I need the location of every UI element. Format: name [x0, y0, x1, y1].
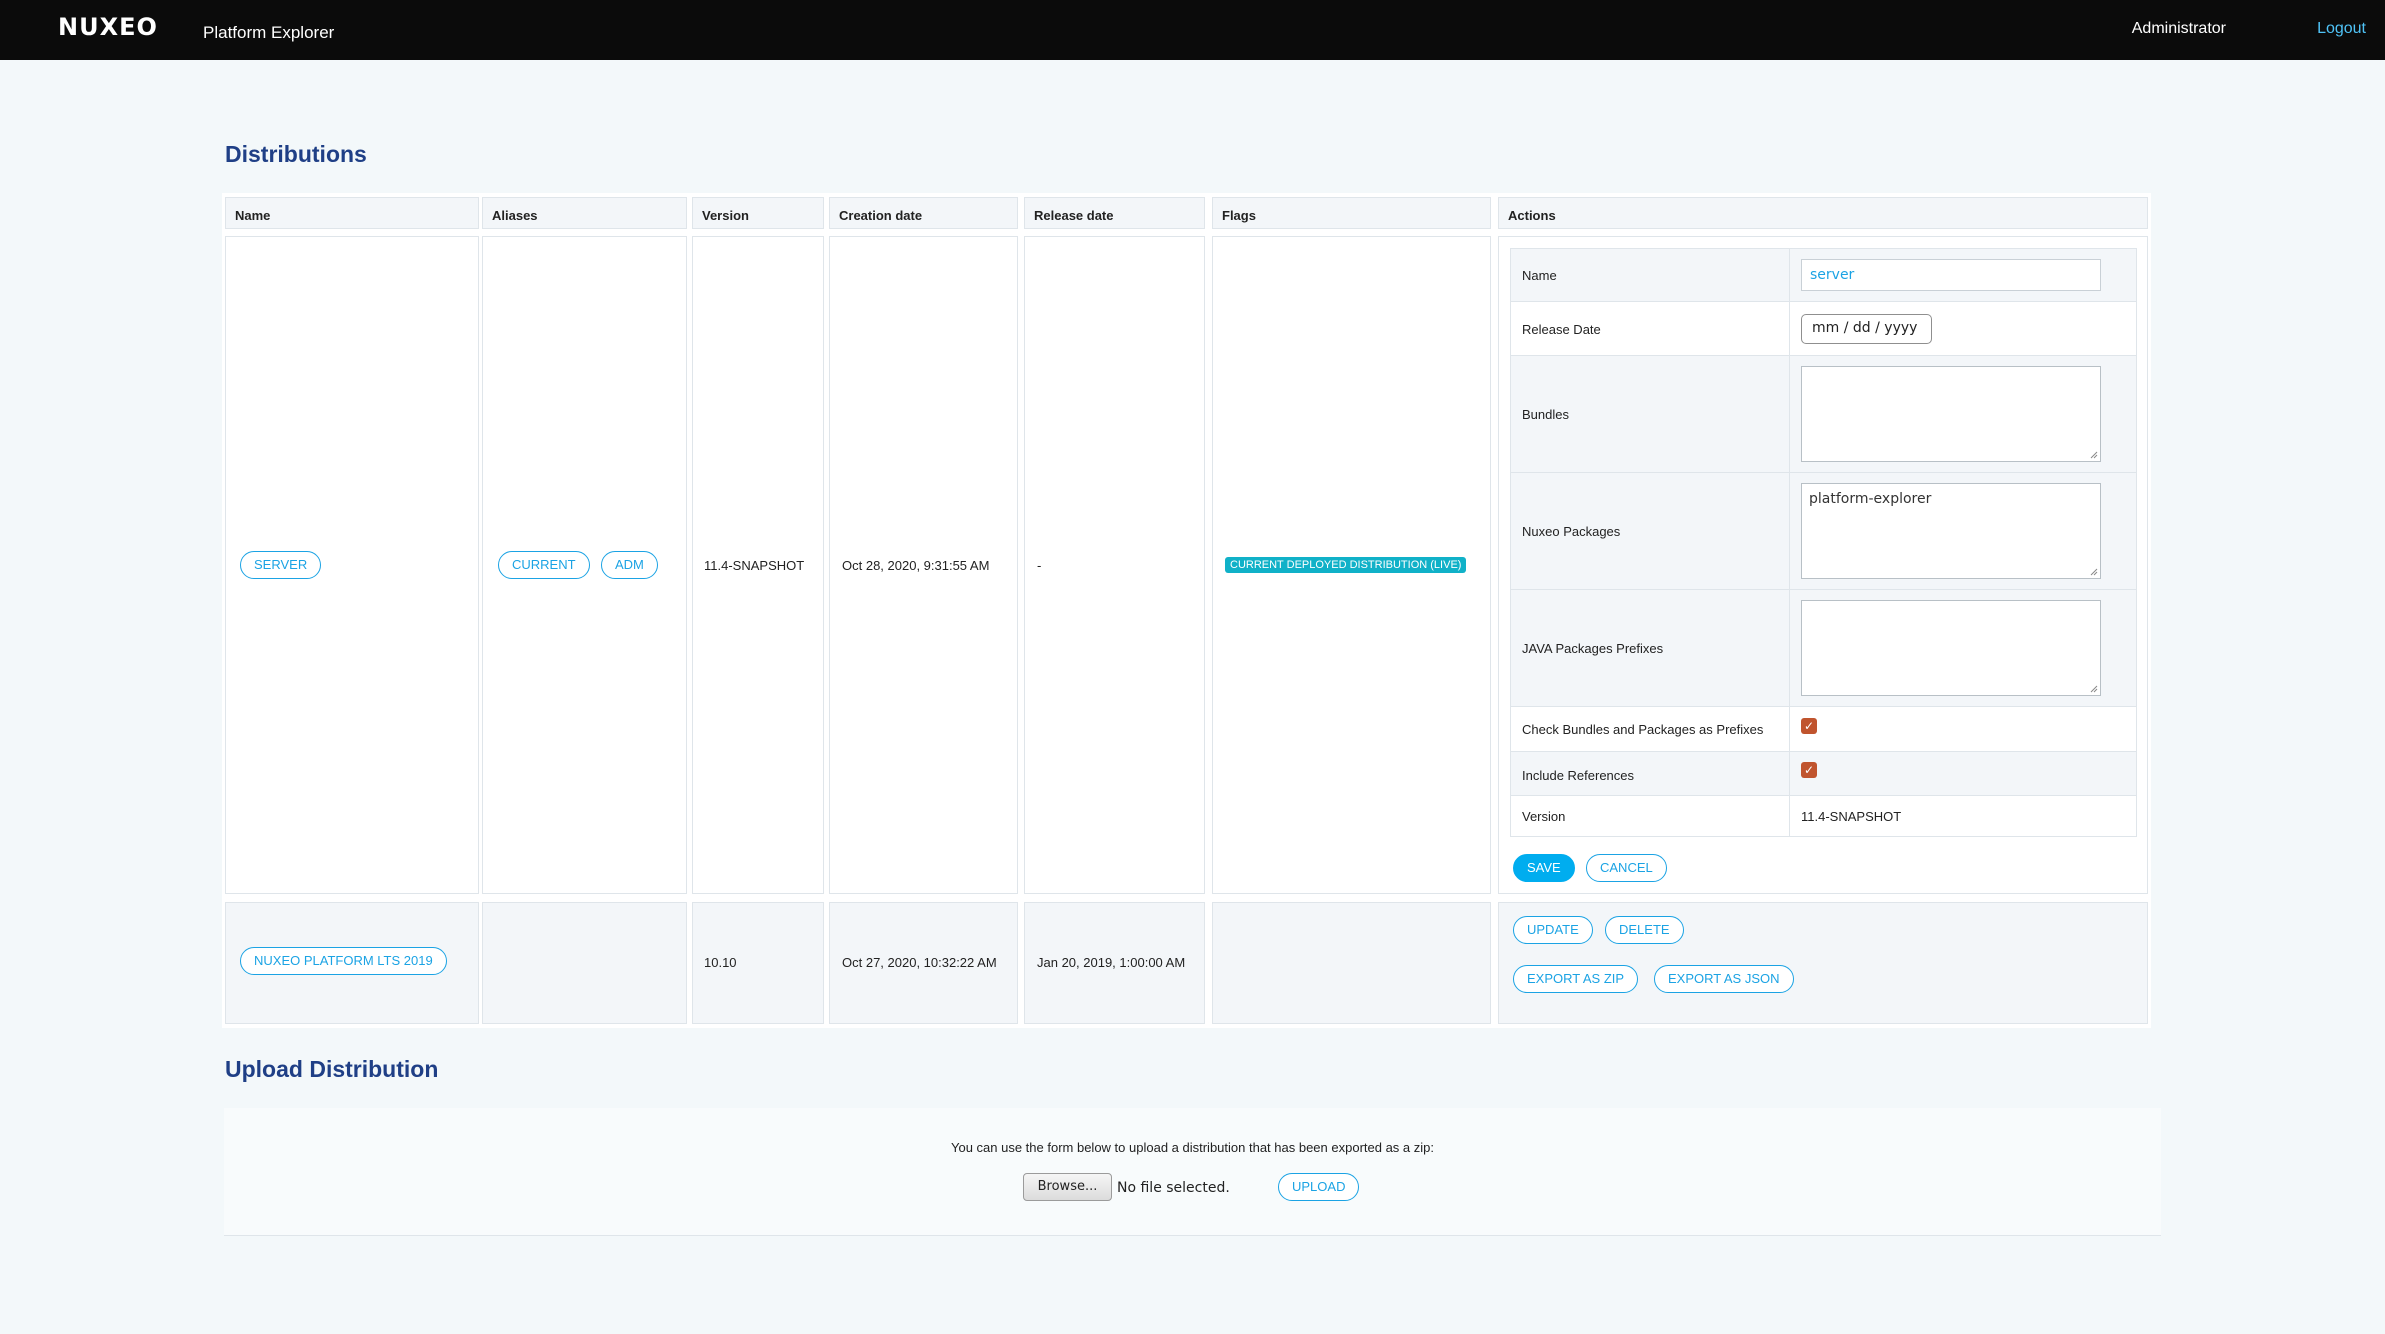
- version-field-value: 11.4-SNAPSHOT: [1801, 809, 1902, 824]
- export-zip-button[interactable]: EXPORT AS ZIP: [1513, 965, 1639, 993]
- nuxeo-packages-value: platform-explorer: [1809, 491, 1932, 507]
- form-row-include-references: Include References ✓: [1511, 752, 2136, 796]
- release-date-label: Release Date: [1522, 322, 1601, 337]
- bundles-label: Bundles: [1522, 407, 1569, 422]
- save-button[interactable]: SAVE: [1513, 854, 1575, 882]
- table-cell: [482, 902, 687, 1024]
- resize-handle-icon[interactable]: [2088, 449, 2098, 459]
- row-divider: [1789, 473, 1790, 589]
- name-label: Name: [1522, 268, 1557, 283]
- upload-panel: You can use the form below to upload a d…: [224, 1108, 2161, 1236]
- row-divider: [1789, 302, 1790, 355]
- name-input[interactable]: server: [1801, 259, 2101, 291]
- version-value: 10.10: [704, 955, 737, 970]
- version-value: 11.4-SNAPSHOT: [704, 558, 805, 573]
- distributions-title: Distributions: [225, 141, 367, 167]
- nuxeo-packages-label: Nuxeo Packages: [1522, 524, 1621, 539]
- form-row-name: Name server: [1511, 249, 2136, 302]
- creation-date-value: Oct 28, 2020, 9:31:55 AM: [842, 558, 990, 573]
- column-header-release-date: Release date: [1024, 197, 1205, 229]
- table-cell: [1024, 236, 1205, 894]
- release-date-value: Jan 20, 2019, 1:00:00 AM: [1037, 955, 1186, 970]
- distribution-name-server[interactable]: SERVER: [240, 551, 322, 579]
- upload-instructions: You can use the form below to upload a d…: [950, 1140, 1434, 1155]
- app-title: Platform Explorer: [203, 23, 335, 42]
- cancel-button[interactable]: CANCEL: [1586, 854, 1667, 882]
- distribution-edit-form: Name server Release Date mm / dd / yyyy …: [1510, 248, 2137, 837]
- browse-button[interactable]: Browse...: [1023, 1173, 1112, 1201]
- bundles-textarea[interactable]: [1801, 366, 2101, 462]
- alias-current[interactable]: CURRENT: [498, 551, 590, 579]
- export-json-button[interactable]: EXPORT AS JSON: [1654, 965, 1794, 993]
- live-flag-badge: CURRENT DEPLOYED DISTRIBUTION (LIVE): [1225, 557, 1467, 573]
- row-divider: [1789, 752, 1790, 795]
- distribution-name-lts-2019[interactable]: NUXEO PLATFORM LTS 2019: [240, 947, 447, 975]
- release-date-input[interactable]: mm / dd / yyyy: [1801, 314, 1932, 344]
- creation-date-value: Oct 27, 2020, 10:32:22 AM: [842, 955, 997, 970]
- release-date-value: -: [1037, 558, 1042, 573]
- file-status: No file selected.: [1117, 1180, 1230, 1196]
- user-name[interactable]: Administrator: [2132, 20, 2226, 38]
- update-button[interactable]: UPDATE: [1513, 916, 1593, 944]
- row-divider: [1789, 796, 1790, 837]
- logout-link[interactable]: Logout: [2317, 20, 2366, 38]
- row-divider: [1789, 707, 1790, 751]
- form-row-nuxeo-packages: Nuxeo Packages platform-explorer: [1511, 473, 2136, 590]
- version-label: Version: [1522, 809, 1566, 824]
- form-row-bundles: Bundles: [1511, 356, 2136, 473]
- row-divider: [1789, 356, 1790, 472]
- resize-handle-icon[interactable]: [2088, 566, 2098, 576]
- nuxeo-logo[interactable]: NUXEO: [58, 14, 178, 38]
- top-bar: NUXEO Platform Explorer Administrator Lo…: [0, 0, 2385, 60]
- upload-distribution-title: Upload Distribution: [225, 1056, 439, 1082]
- table-cell: [1212, 902, 1491, 1024]
- upload-button[interactable]: UPLOAD: [1278, 1173, 1360, 1201]
- column-header-aliases: Aliases: [482, 197, 687, 229]
- table-cell: [1498, 902, 2148, 1024]
- form-row-release-date: Release Date mm / dd / yyyy: [1511, 302, 2136, 356]
- java-prefixes-textarea[interactable]: [1801, 600, 2101, 696]
- row-divider: [1789, 249, 1790, 301]
- row-divider: [1789, 590, 1790, 706]
- column-header-version: Version: [692, 197, 824, 229]
- delete-button[interactable]: DELETE: [1605, 916, 1684, 944]
- column-header-creation-date: Creation date: [829, 197, 1018, 229]
- resize-handle-icon[interactable]: [2088, 683, 2098, 693]
- include-references-checkbox[interactable]: ✓: [1801, 762, 1817, 778]
- check-prefixes-checkbox[interactable]: ✓: [1801, 718, 1817, 734]
- column-header-actions: Actions: [1498, 197, 2148, 229]
- include-references-label: Include References: [1522, 768, 1635, 783]
- alias-adm[interactable]: ADM: [601, 551, 658, 579]
- java-prefixes-label: JAVA Packages Prefixes: [1522, 641, 1664, 656]
- form-row-java-prefixes: JAVA Packages Prefixes: [1511, 590, 2136, 707]
- svg-text:NUXEO: NUXEO: [58, 14, 158, 38]
- check-prefixes-label: Check Bundles and Packages as Prefixes: [1522, 722, 1764, 737]
- form-row-version: Version 11.4-SNAPSHOT: [1511, 796, 2136, 837]
- form-row-check-prefixes: Check Bundles and Packages as Prefixes ✓: [1511, 707, 2136, 752]
- nuxeo-packages-textarea[interactable]: platform-explorer: [1801, 483, 2101, 579]
- column-header-flags: Flags: [1212, 197, 1491, 229]
- column-header-name: Name: [225, 197, 479, 229]
